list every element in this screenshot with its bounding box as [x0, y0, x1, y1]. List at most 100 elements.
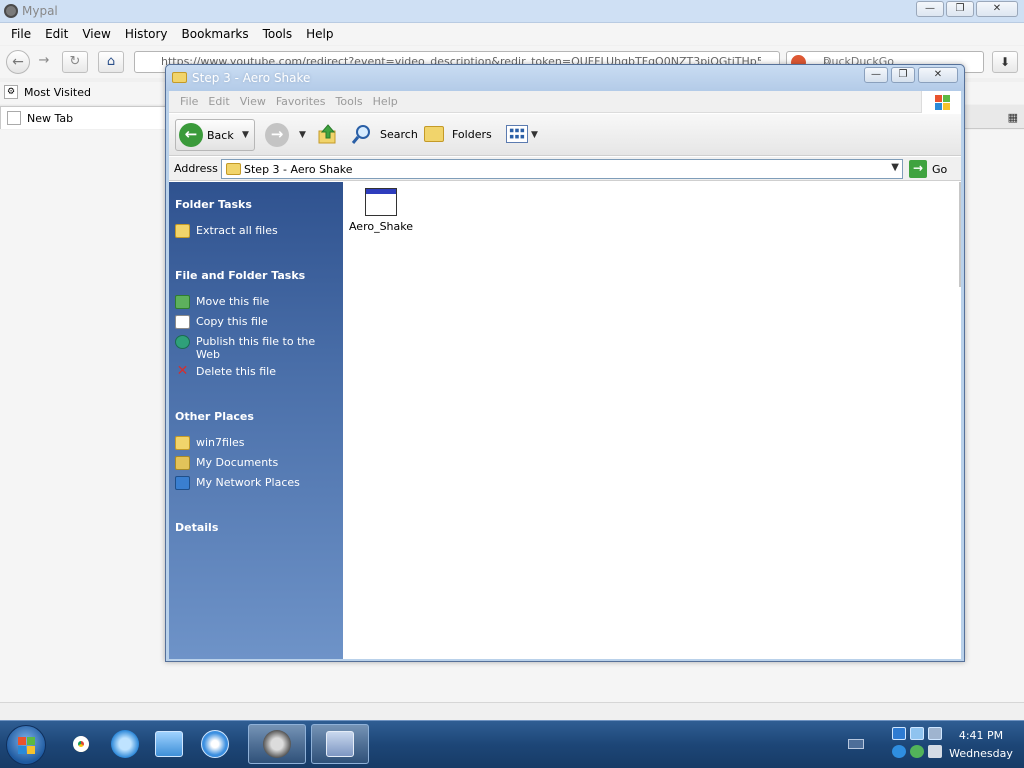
task-publish-web[interactable]: Publish this file to the Web: [175, 335, 335, 361]
folder-zip-icon: [175, 436, 190, 450]
address-dropdown-icon[interactable]: ▼: [891, 162, 899, 173]
network-icon[interactable]: [928, 727, 942, 740]
taskbar-mypal-button[interactable]: [248, 724, 306, 764]
task-label: Extract all files: [196, 224, 278, 237]
tab-new-tab[interactable]: New Tab: [0, 106, 170, 129]
bookmark-most-visited[interactable]: ⚙ Most Visited: [4, 85, 91, 99]
explorer-menu-view[interactable]: View: [235, 95, 271, 108]
go-arrow-icon: →: [909, 160, 927, 178]
menu-history[interactable]: History: [118, 27, 175, 41]
tray-app-icon[interactable]: [892, 727, 906, 740]
explorer-titlebar[interactable]: Step 3 - Aero Shake — ❐ ✕: [166, 65, 964, 91]
explorer-body: File Edit View Favorites Tools Help ← Ba…: [169, 91, 961, 659]
explorer-maximize-button[interactable]: ❐: [891, 67, 915, 83]
download-icon[interactable]: ⬇: [992, 51, 1018, 73]
menu-bookmarks[interactable]: Bookmarks: [175, 27, 256, 41]
task-pane: Folder Tasks Extract all files File and …: [169, 182, 343, 659]
place-win7files[interactable]: win7files: [175, 436, 335, 450]
menu-tools[interactable]: Tools: [256, 27, 300, 41]
back-button[interactable]: ← Back ▼: [175, 119, 255, 151]
folders-label[interactable]: Folders: [452, 128, 492, 141]
clock-time: 4:41 PM: [958, 729, 1004, 742]
explorer-menu-help[interactable]: Help: [368, 95, 403, 108]
explorer-title: Step 3 - Aero Shake: [192, 71, 311, 85]
internet-explorer-icon[interactable]: [106, 724, 144, 764]
search-label[interactable]: Search: [380, 128, 418, 141]
task-move-file[interactable]: Move this file: [175, 295, 335, 309]
keyboard-icon[interactable]: [848, 739, 864, 749]
update-icon[interactable]: [892, 745, 906, 758]
forward-arrow-icon[interactable]: →: [32, 51, 56, 73]
place-my-network-places[interactable]: My Network Places: [175, 476, 335, 490]
forward-icon[interactable]: →: [265, 123, 289, 147]
menu-file[interactable]: File: [4, 27, 38, 41]
clock-day: Wednesday: [949, 747, 1013, 760]
place-label: My Network Places: [196, 476, 300, 489]
views-dropdown-icon[interactable]: ▼: [531, 130, 538, 140]
page-icon: [7, 111, 21, 125]
menu-help[interactable]: Help: [299, 27, 340, 41]
browser-minimize-button[interactable]: —: [916, 1, 944, 17]
system-tray: [890, 727, 944, 763]
address-input[interactable]: Step 3 - Aero Shake ▼: [221, 159, 903, 179]
views-icon[interactable]: [506, 125, 528, 143]
display-icon[interactable]: [910, 727, 924, 740]
tab-list-icon[interactable]: ▦: [1008, 111, 1018, 124]
back-arrow-icon[interactable]: ←: [6, 50, 30, 74]
clock[interactable]: 4:41 PM Wednesday: [944, 727, 1018, 763]
explorer-menu-edit[interactable]: Edit: [203, 95, 234, 108]
browser-maximize-button[interactable]: ❐: [946, 1, 974, 17]
back-icon: ←: [179, 123, 203, 147]
browser-close-button[interactable]: ✕: [976, 1, 1018, 17]
explorer-window: Step 3 - Aero Shake — ❐ ✕ File Edit View…: [165, 64, 965, 662]
reload-icon[interactable]: ↻: [62, 51, 88, 73]
file-name: Aero_Shake: [348, 220, 414, 233]
explorer-app-icon[interactable]: [150, 724, 188, 764]
folder-icon: [226, 163, 241, 175]
security-icon[interactable]: [910, 745, 924, 758]
task-extract-all[interactable]: Extract all files: [175, 224, 335, 238]
file-folder-tasks-heading[interactable]: File and Folder Tasks: [175, 269, 305, 282]
file-item[interactable]: Aero_Shake: [348, 188, 414, 233]
explorer-menu-file[interactable]: File: [175, 95, 203, 108]
scrollbar[interactable]: [959, 182, 961, 287]
home-icon[interactable]: ⌂: [98, 51, 124, 73]
go-label: Go: [932, 162, 948, 176]
other-places-heading[interactable]: Other Places: [175, 410, 254, 423]
folders-icon[interactable]: [424, 126, 444, 142]
explorer-menu-favorites[interactable]: Favorites: [271, 95, 331, 108]
chrome-icon[interactable]: [62, 724, 100, 764]
task-label: Move this file: [196, 295, 270, 308]
explorer-minimize-button[interactable]: —: [864, 67, 888, 83]
window-icon: [326, 731, 354, 757]
folder-tasks-heading[interactable]: Folder Tasks: [175, 198, 252, 211]
windows-logo-icon: [18, 737, 26, 745]
windows-logo-icon: [921, 91, 961, 113]
media-player-icon[interactable]: [196, 724, 234, 764]
address-label: Address: [174, 162, 218, 175]
explorer-menu-tools[interactable]: Tools: [331, 95, 368, 108]
most-visited-icon: ⚙: [4, 85, 18, 99]
menu-edit[interactable]: Edit: [38, 27, 75, 41]
place-my-documents[interactable]: My Documents: [175, 456, 335, 470]
task-copy-file[interactable]: Copy this file: [175, 315, 335, 329]
explorer-close-button[interactable]: ✕: [918, 67, 958, 83]
address-value: Step 3 - Aero Shake: [244, 163, 353, 176]
application-window-icon: [365, 188, 397, 216]
folder-zip-icon: [175, 224, 190, 238]
forward-dropdown-icon[interactable]: ▼: [299, 130, 306, 140]
go-button[interactable]: → Go: [909, 160, 947, 178]
menu-view[interactable]: View: [75, 27, 117, 41]
start-button[interactable]: [6, 725, 46, 765]
copy-file-icon: [175, 315, 190, 329]
search-icon[interactable]: [351, 123, 373, 145]
back-dropdown-icon[interactable]: ▼: [242, 130, 249, 140]
task-delete-file[interactable]: ✕ Delete this file: [175, 364, 335, 379]
up-folder-icon[interactable]: [317, 123, 339, 145]
browser-statusbar: [0, 702, 1024, 720]
volume-icon[interactable]: [928, 745, 942, 758]
back-label: Back: [207, 129, 234, 142]
folder-icon: [172, 72, 187, 83]
details-heading[interactable]: Details: [175, 521, 218, 534]
taskbar-explorer-window-button[interactable]: [311, 724, 369, 764]
